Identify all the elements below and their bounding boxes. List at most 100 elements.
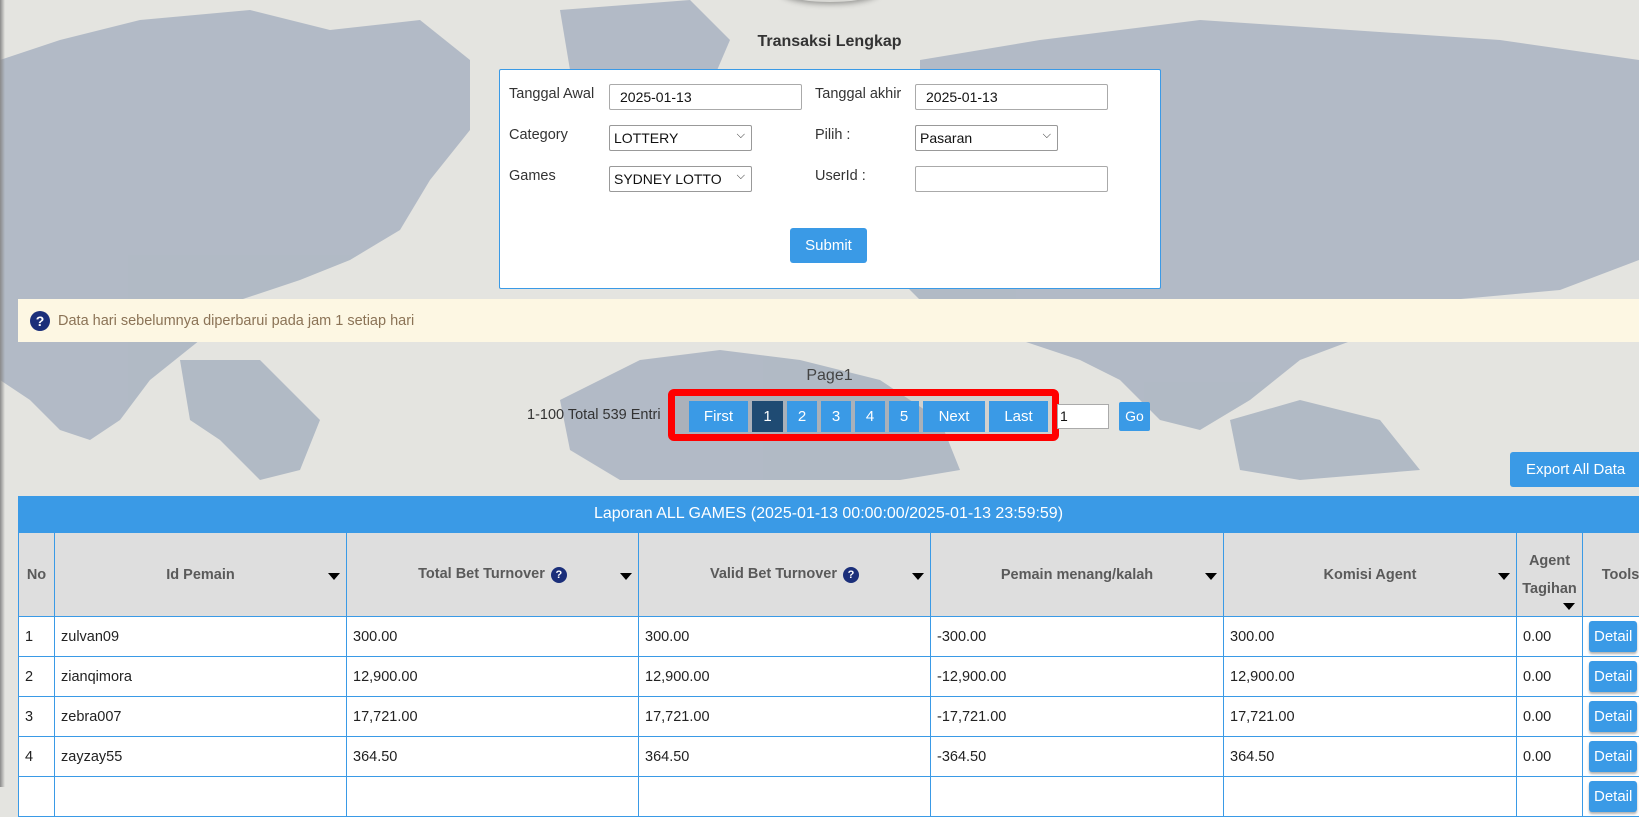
- sort-desc-icon[interactable]: [328, 573, 340, 580]
- cell-commission: [1224, 777, 1517, 817]
- table-row: 4zayzay55364.50364.50-364.50364.500.00De…: [19, 737, 1639, 777]
- cell-tools: Detail: [1583, 657, 1639, 697]
- cell-total-bet: 17,721.00: [347, 697, 639, 737]
- cell-valid-bet: 17,721.00: [639, 697, 931, 737]
- column-header-label: Total Bet Turnover: [418, 566, 545, 582]
- cell-valid-bet: 300.00: [639, 617, 931, 657]
- page-button-4[interactable]: 4: [855, 401, 885, 432]
- chevron-down-icon: ⌵: [737, 129, 745, 142]
- sort-desc-icon[interactable]: [1563, 603, 1575, 610]
- end-date-label: Tanggal akhir: [815, 86, 901, 102]
- cell-player-id[interactable]: zulvan09: [55, 617, 347, 657]
- cell-agent-bill: 0.00: [1517, 657, 1583, 697]
- current-page-label: Page1: [0, 367, 1639, 385]
- sort-desc-icon[interactable]: [912, 573, 924, 580]
- question-circle-icon: ?: [30, 311, 50, 331]
- submit-button[interactable]: Submit: [790, 228, 867, 263]
- table-row: Detail: [19, 777, 1639, 817]
- games-label: Games: [509, 168, 556, 184]
- goto-page-input[interactable]: 1: [1057, 404, 1109, 429]
- cell-tools: Detail: [1583, 697, 1639, 737]
- table-header-row: No Id Pemain Total Bet Turnover? Valid B…: [19, 533, 1639, 617]
- column-header-label: Valid Bet Turnover: [710, 566, 837, 582]
- cell-valid-bet: 364.50: [639, 737, 931, 777]
- detail-button[interactable]: Detail: [1589, 741, 1637, 772]
- sort-desc-icon[interactable]: [1205, 573, 1217, 580]
- help-icon[interactable]: ?: [843, 567, 859, 583]
- column-header-valid-bet[interactable]: Valid Bet Turnover?: [639, 533, 931, 617]
- cell-commission: 17,721.00: [1224, 697, 1517, 737]
- cell-no: 3: [19, 697, 55, 737]
- info-notice: ? Data hari sebelumnya diperbarui pada j…: [18, 299, 1639, 342]
- start-date-input[interactable]: 2025-01-13: [609, 84, 802, 110]
- cell-agent-bill: 0.00: [1517, 697, 1583, 737]
- filter-form: Tanggal Awal 2025-01-13 Tanggal akhir 20…: [499, 69, 1161, 289]
- cell-win-loss: -364.50: [931, 737, 1224, 777]
- cell-tools: Detail: [1583, 617, 1639, 657]
- cell-agent-bill: 0.00: [1517, 737, 1583, 777]
- cell-no: [19, 777, 55, 817]
- notice-text: Data hari sebelumnya diperbarui pada jam…: [58, 313, 414, 329]
- cell-tools: Detail: [1583, 737, 1639, 777]
- cell-total-bet: 364.50: [347, 737, 639, 777]
- cell-win-loss: [931, 777, 1224, 817]
- column-header-label: Id Pemain: [166, 567, 235, 583]
- cell-player-id[interactable]: zebra007: [55, 697, 347, 737]
- cell-total-bet: [347, 777, 639, 817]
- cell-agent-bill: [1517, 777, 1583, 817]
- sort-desc-icon[interactable]: [620, 573, 632, 580]
- column-header-label: No: [27, 567, 46, 583]
- detail-button[interactable]: Detail: [1589, 701, 1637, 732]
- cell-commission: 364.50: [1224, 737, 1517, 777]
- cell-win-loss: -12,900.00: [931, 657, 1224, 697]
- cell-player-id[interactable]: [55, 777, 347, 817]
- cell-player-id[interactable]: zianqimora: [55, 657, 347, 697]
- cell-commission: 12,900.00: [1224, 657, 1517, 697]
- cell-win-loss: -300.00: [931, 617, 1224, 657]
- next-page-button[interactable]: Next: [923, 401, 985, 432]
- detail-button[interactable]: Detail: [1589, 661, 1637, 692]
- cell-player-id[interactable]: zayzay55: [55, 737, 347, 777]
- pilih-select-value: Pasaran: [920, 130, 972, 146]
- page-button-5[interactable]: 5: [889, 401, 919, 432]
- cell-agent-bill: 0.00: [1517, 617, 1583, 657]
- table-row: 1zulvan09300.00300.00-300.00300.000.00De…: [19, 617, 1639, 657]
- userid-label: UserId :: [815, 168, 866, 184]
- column-header-agent-bill[interactable]: Agent Tagihan: [1517, 533, 1583, 617]
- pilih-select[interactable]: Pasaran ⌵: [915, 125, 1058, 151]
- page-button-1[interactable]: 1: [752, 401, 783, 432]
- chevron-down-icon: ⌵: [1043, 129, 1051, 142]
- export-all-data-button[interactable]: Export All Data: [1510, 452, 1639, 487]
- detail-button[interactable]: Detail: [1589, 781, 1637, 812]
- column-header-player-id[interactable]: Id Pemain: [55, 533, 347, 617]
- end-date-input[interactable]: 2025-01-13: [915, 84, 1108, 110]
- cell-total-bet: 12,900.00: [347, 657, 639, 697]
- games-select-value: SYDNEY LOTTO: [614, 171, 722, 187]
- column-header-commission[interactable]: Komisi Agent: [1224, 533, 1517, 617]
- pilih-label: Pilih :: [815, 127, 850, 143]
- userid-input[interactable]: [915, 166, 1108, 192]
- table-row: 3zebra00717,721.0017,721.00-17,721.0017,…: [19, 697, 1639, 737]
- sort-desc-icon[interactable]: [1498, 573, 1510, 580]
- cell-no: 2: [19, 657, 55, 697]
- entry-range-text: 1-100 Total 539 Entri: [527, 407, 661, 423]
- first-page-button[interactable]: First: [689, 401, 748, 432]
- help-icon[interactable]: ?: [551, 567, 567, 583]
- chevron-down-icon: ⌵: [737, 170, 745, 183]
- column-header-win-loss[interactable]: Pemain menang/kalah: [931, 533, 1224, 617]
- column-header-total-bet[interactable]: Total Bet Turnover?: [347, 533, 639, 617]
- report-table: No Id Pemain Total Bet Turnover? Valid B…: [18, 532, 1639, 817]
- cell-no: 1: [19, 617, 55, 657]
- category-select[interactable]: LOTTERY ⌵: [609, 125, 752, 151]
- detail-button[interactable]: Detail: [1589, 621, 1637, 652]
- games-select[interactable]: SYDNEY LOTTO ⌵: [609, 166, 752, 192]
- cell-valid-bet: 12,900.00: [639, 657, 931, 697]
- last-page-button[interactable]: Last: [989, 401, 1048, 432]
- cell-win-loss: -17,721.00: [931, 697, 1224, 737]
- page-button-2[interactable]: 2: [787, 401, 817, 432]
- category-label: Category: [509, 127, 568, 143]
- column-header-no: No: [19, 533, 55, 617]
- page-button-3[interactable]: 3: [821, 401, 851, 432]
- go-button[interactable]: Go: [1119, 402, 1150, 431]
- cell-tools: Detail: [1583, 777, 1639, 817]
